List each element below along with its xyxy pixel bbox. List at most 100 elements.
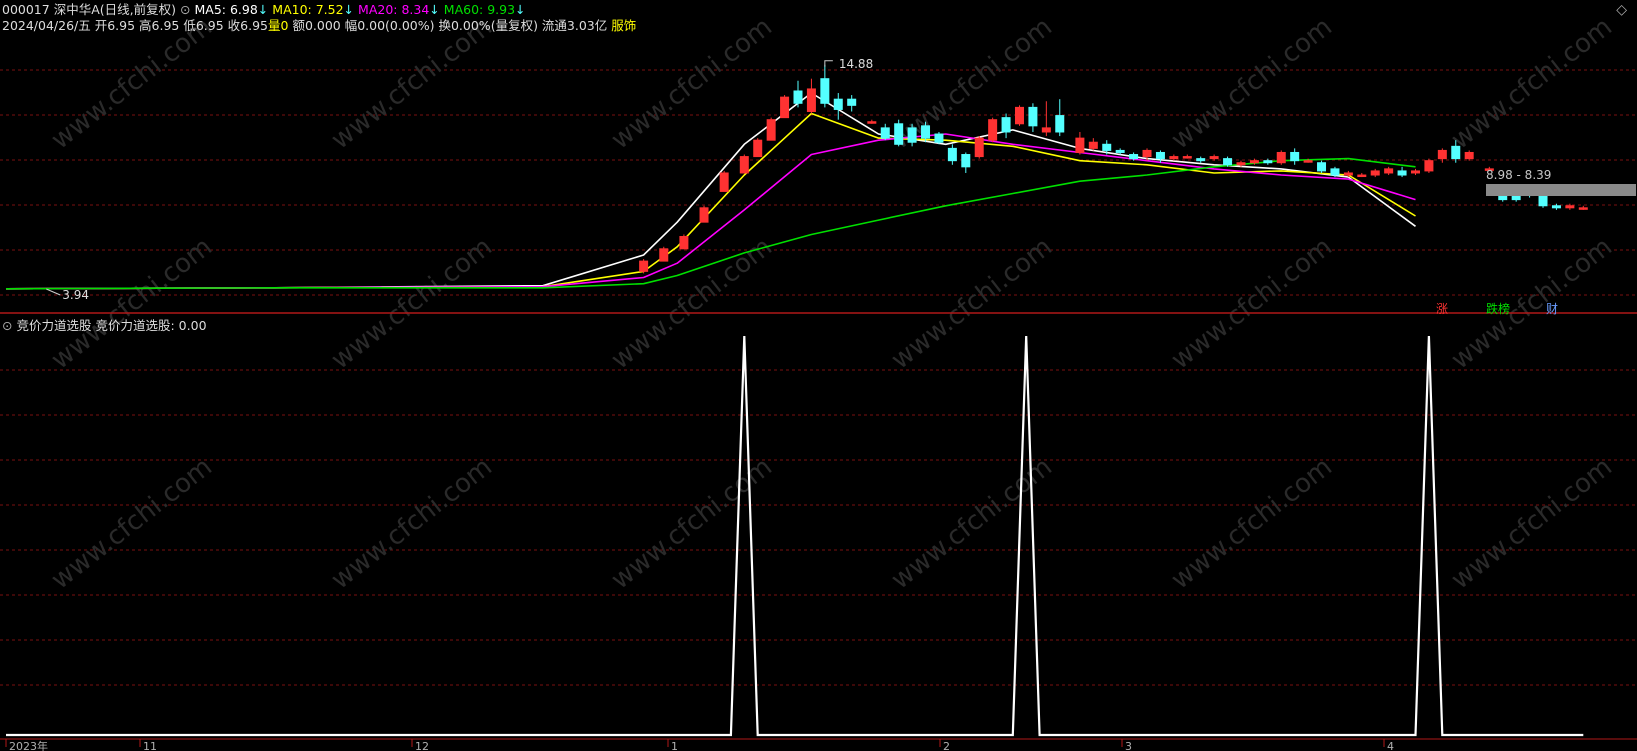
candle-up: [1384, 168, 1394, 174]
candle-down: [934, 133, 944, 143]
watermark-text: www.cfchi.com: [606, 232, 778, 376]
stock-name[interactable]: 深中华A(日线,前复权): [54, 2, 176, 17]
indicator-line: [6, 335, 1584, 737]
ma10-arrow-icon: ↓: [343, 2, 355, 17]
candle-down: [1001, 117, 1011, 133]
candle-down: [1223, 158, 1233, 166]
candle-up: [719, 172, 729, 192]
candle-down: [1102, 143, 1112, 151]
quote-info-2: 额0.000 幅0.00(0.00%) 换0.00%(量复权) 流通3.03亿: [292, 18, 608, 33]
watermark-text: www.cfchi.com: [1166, 232, 1338, 376]
candle-up: [1357, 174, 1367, 178]
x-axis: 2023年 11 12 1 2 3 4: [5, 739, 1394, 751]
low-label: 3.94: [62, 288, 89, 302]
watermark-text: www.cfchi.com: [46, 232, 218, 376]
indicator-title[interactable]: 竞价力道选股: [16, 318, 91, 333]
indicator-series-line: [6, 335, 1584, 737]
candle-up: [1014, 106, 1024, 125]
annotations: 14.88 3.94 8.98 - 8.39: [46, 57, 1636, 302]
ma60-arrow-icon: ↓: [515, 2, 526, 17]
candle-up: [1236, 162, 1246, 166]
marker-zhang[interactable]: 涨: [1436, 300, 1448, 317]
candle-down: [1330, 168, 1340, 176]
range-label: 8.98 - 8.39: [1486, 168, 1551, 182]
ma20-label: MA20: 8.34: [358, 2, 430, 17]
x-tick-label: 12: [415, 740, 429, 751]
watermark-text: www.cfchi.com: [886, 232, 1058, 376]
candle-up: [753, 139, 763, 158]
x-tick-label: 2023年: [9, 739, 48, 751]
candle-up: [766, 119, 776, 141]
indicator-value: 竞价力道选股: 0.00: [95, 318, 207, 333]
watermarks: www.cfchi.com www.cfchi.com www.cfchi.com w…: [46, 12, 1618, 596]
candle-up: [1041, 127, 1051, 133]
price-chart[interactable]: www.cfchi.com www.cfchi.com www.cfchi.com w…: [0, 0, 1637, 751]
candle-down: [833, 98, 843, 110]
candle-up: [1276, 151, 1286, 164]
candle-down: [1263, 160, 1273, 164]
candle-up: [1464, 151, 1474, 160]
diamond-icon[interactable]: ◇: [1616, 2, 1627, 18]
marker-cai[interactable]: 财: [1546, 300, 1558, 317]
x-tick-label: 4: [1387, 740, 1394, 751]
ma20-arrow-icon: ↓: [429, 2, 440, 17]
candle-up: [1209, 156, 1219, 160]
candle-down: [961, 154, 971, 168]
candle-down: [947, 147, 957, 162]
candle-down: [921, 125, 931, 139]
candle-up: [974, 137, 984, 158]
candle-up: [1370, 170, 1380, 176]
marker-diebang[interactable]: 跌榜: [1486, 300, 1510, 317]
candle-down: [894, 123, 904, 145]
ma60-label: MA60: 9.93: [443, 2, 516, 17]
watermark-text: www.cfchi.com: [46, 12, 218, 156]
candle-up: [1424, 160, 1434, 172]
candle-down: [1451, 145, 1461, 160]
x-tick-label: 2: [943, 740, 950, 751]
high-label: 14.88: [839, 57, 873, 71]
watermark-text: www.cfchi.com: [606, 12, 778, 156]
candle-up: [806, 88, 816, 112]
candle-down: [1196, 158, 1206, 162]
watermark-text: www.cfchi.com: [1446, 12, 1618, 156]
ma5-label: MA5: 6.98: [194, 2, 258, 17]
candle-up: [679, 236, 689, 250]
candle-up: [1182, 156, 1192, 159]
candle-up: [699, 207, 709, 223]
candle-down: [1155, 151, 1165, 160]
candle-down: [880, 127, 890, 139]
candle-down: [793, 90, 803, 104]
high-marker-icon: [824, 60, 833, 67]
candle-down: [1028, 106, 1038, 127]
watermark-text: www.cfchi.com: [326, 452, 498, 596]
candle-down: [1290, 151, 1300, 162]
candle-up: [739, 156, 749, 174]
candle-down: [1397, 170, 1407, 176]
price-grid: [0, 69, 1637, 296]
candle-up: [1142, 149, 1152, 158]
sector-link[interactable]: 服饰: [611, 18, 636, 33]
volume-label: 量: [267, 18, 281, 33]
indicator-header: ⊙ 竞价力道选股 竞价力道选股: 0.00: [2, 318, 211, 333]
candle-up: [1578, 207, 1588, 210]
watermark-text: www.cfchi.com: [326, 232, 498, 376]
candle-down: [1115, 149, 1125, 153]
candle-up: [1075, 137, 1085, 153]
indicator-settings-icon[interactable]: ⊙: [2, 318, 12, 333]
candle-down: [1538, 195, 1548, 207]
watermark-text: www.cfchi.com: [1446, 452, 1618, 596]
candle-up: [1437, 149, 1447, 160]
candle-up: [1343, 172, 1353, 176]
candle-up: [780, 96, 790, 119]
settings-icon[interactable]: ⊙: [180, 2, 190, 17]
indicator-grid: [0, 369, 1637, 686]
watermark-text: www.cfchi.com: [1446, 232, 1618, 376]
watermark-text: www.cfchi.com: [1166, 12, 1338, 156]
ma10-label: MA10: 7.52: [272, 2, 344, 17]
candle-down: [1551, 205, 1561, 209]
low-marker-icon: [46, 288, 61, 296]
x-tick-label: 11: [143, 740, 157, 751]
candle-down: [820, 78, 830, 104]
candle-up: [659, 248, 669, 262]
ma5-arrow-icon: ↓: [257, 2, 269, 17]
